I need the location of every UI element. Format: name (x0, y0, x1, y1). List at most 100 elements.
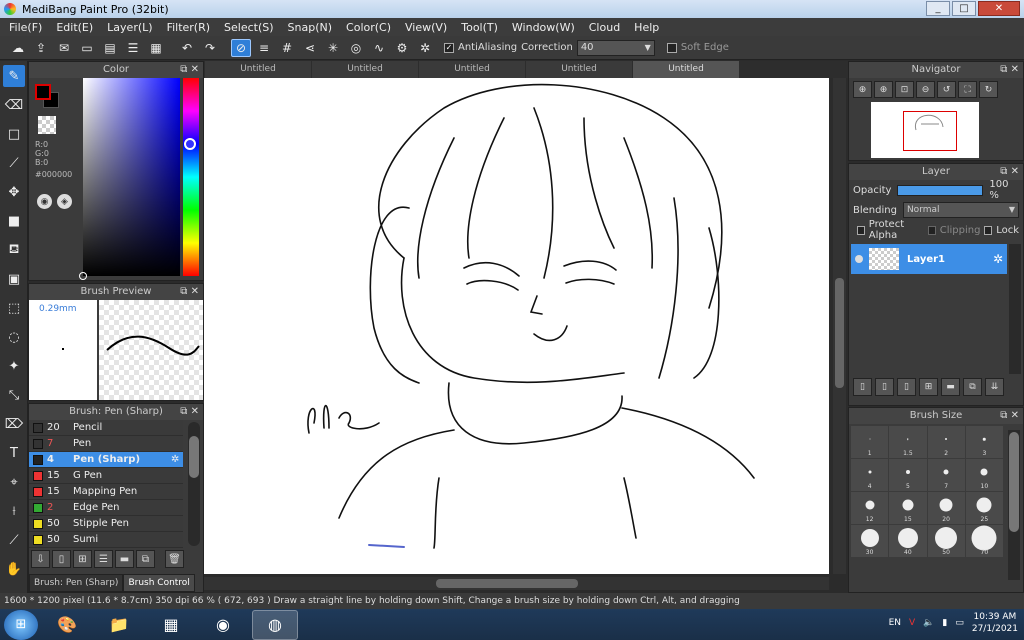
grid-layout-icon[interactable]: ▦ (146, 39, 166, 57)
brush-item-pencil[interactable]: 20 Pencil (29, 420, 183, 436)
zoom-in-icon[interactable]: ⊕ (853, 81, 872, 98)
gear-icon[interactable]: ✲ (993, 252, 1003, 266)
clipping-checkbox[interactable] (927, 225, 936, 235)
scroll-thumb[interactable] (1009, 432, 1019, 532)
visibility-eye-icon[interactable] (855, 255, 863, 263)
clock[interactable]: 10:39 AM 27/1/2021 (972, 611, 1018, 635)
folder-icon[interactable]: ▬ (115, 550, 134, 568)
gradient-tool-icon[interactable]: ▣ (3, 268, 25, 290)
cloud-brush-icon[interactable]: ⇩ (31, 550, 50, 568)
rotate-left-icon[interactable]: ↺ (937, 81, 956, 98)
antialiasing-checkbox[interactable]: ✓ (444, 42, 454, 53)
brush-item-stipple-pen[interactable]: 50 Stipple Pen (29, 516, 183, 532)
menu-snap[interactable]: Snap(N) (281, 21, 340, 34)
snap-grid-icon[interactable]: # (277, 39, 297, 57)
panel-close-icon[interactable]: ⧉ ✕ (180, 62, 199, 78)
brush-size-cell[interactable]: 50 (927, 525, 965, 557)
brush-size-cell[interactable]: 12 (851, 492, 889, 524)
move-tool-icon[interactable]: ✥ (3, 181, 25, 203)
new-brush-icon[interactable]: ▯ (52, 550, 71, 568)
language-indicator[interactable]: EN (889, 618, 901, 628)
panel-close-icon[interactable]: ⧉ ✕ (180, 404, 199, 420)
hand-tool-icon[interactable]: ✋ (3, 558, 25, 580)
chrome-icon[interactable]: ◉ (200, 610, 246, 640)
new-layer-icon[interactable]: ▯ (853, 378, 872, 396)
magic-wand-tool-icon[interactable]: ✦ (3, 355, 25, 377)
brush-item-mapping-pen[interactable]: 15 Mapping Pen (29, 484, 183, 500)
select-rect-tool-icon[interactable]: ⬚ (3, 297, 25, 319)
panel-close-icon[interactable]: ⧉ ✕ (1000, 164, 1019, 180)
merge-layer-icon[interactable]: ⇊ (985, 378, 1004, 396)
doc-tab-2[interactable]: Untitled (312, 61, 418, 78)
select-pen-tool-icon[interactable]: ⤡ (3, 384, 25, 406)
eyedropper-tool-icon[interactable]: ⟊ (3, 500, 25, 522)
menu-file[interactable]: File(F) (2, 21, 49, 34)
close-button[interactable]: ✕ (978, 1, 1020, 16)
canvas-horizontal-scrollbar[interactable] (204, 577, 829, 590)
opacity-slider[interactable] (897, 184, 984, 196)
text-tool-icon[interactable]: T (3, 442, 25, 464)
speaker-icon[interactable]: 🔈 (923, 618, 934, 628)
brush-size-cell[interactable]: 1.5 (889, 426, 927, 458)
snap-vanish-icon[interactable]: ⋖ (300, 39, 320, 57)
eraser-tool-icon[interactable]: ⌫ (3, 94, 25, 116)
doc-tab-3[interactable]: Untitled (419, 61, 525, 78)
brush-item-pen-sharp[interactable]: 4 Pen (Sharp) ✲ (29, 452, 183, 468)
page-icon[interactable]: ▤ (100, 39, 120, 57)
doc-tab-1[interactable]: Untitled (205, 61, 311, 78)
snap-curve-icon[interactable]: ∿ (369, 39, 389, 57)
brush-item-sumi[interactable]: 50 Sumi (29, 532, 183, 548)
brush-size-cell[interactable]: 5 (889, 459, 927, 491)
sv-cursor[interactable] (79, 272, 87, 280)
scroll-thumb[interactable] (189, 436, 199, 478)
snap-settings-icon[interactable]: ⚙ (392, 39, 412, 57)
scroll-thumb[interactable] (835, 278, 844, 388)
zoom-in-2-icon[interactable]: ⊕ (874, 81, 893, 98)
share-icon[interactable]: ⇪ (31, 39, 51, 57)
fit-icon[interactable]: ⊡ (895, 81, 914, 98)
canvas-vertical-scrollbar[interactable] (833, 78, 846, 574)
fullscreen-icon[interactable]: ⛶ (958, 81, 977, 98)
antivirus-icon[interactable]: V (909, 618, 915, 628)
select-eraser-tool-icon[interactable]: ⌦ (3, 413, 25, 435)
brush-size-cell[interactable]: 30 (851, 525, 889, 557)
correction-select[interactable]: 40 ▼ (576, 39, 655, 56)
menu-tool[interactable]: Tool(T) (454, 21, 505, 34)
snap-circle-icon[interactable]: ◎ (346, 39, 366, 57)
blending-select[interactable]: Normal ▼ (902, 202, 1019, 218)
menu-help[interactable]: Help (627, 21, 666, 34)
menu-select[interactable]: Select(S) (217, 21, 281, 34)
brush-size-cell[interactable]: 70 (965, 525, 1003, 557)
brush-size-cell[interactable]: 7 (927, 459, 965, 491)
foreground-color-swatch[interactable] (35, 84, 51, 100)
battery-icon[interactable]: ▭ (955, 618, 964, 628)
snap-off-icon[interactable]: ⊘ (231, 38, 251, 57)
brush-size-cell[interactable]: 10 (965, 459, 1003, 491)
brush-size-scrollbar[interactable] (1008, 430, 1020, 580)
brush-item-edge-pen[interactable]: 2 Edge Pen (29, 500, 183, 516)
protect-alpha-checkbox[interactable] (857, 225, 865, 235)
brush-item-g-pen[interactable]: 15 G Pen (29, 468, 183, 484)
saturation-value-picker[interactable] (79, 78, 180, 280)
bucket-tool-icon[interactable]: ⛾ (3, 239, 25, 261)
menu-filter[interactable]: Filter(R) (160, 21, 217, 34)
undo-icon[interactable]: ↶ (177, 39, 197, 57)
operation-tool-icon[interactable]: ⌖ (3, 471, 25, 493)
tab-brush-control[interactable]: Brush Control (123, 574, 195, 592)
doc-tab-5[interactable]: Untitled (633, 61, 739, 78)
office-app-icon[interactable]: ▦ (148, 610, 194, 640)
brush-size-cell[interactable]: 4 (851, 459, 889, 491)
new-halftone-layer-icon[interactable]: ▯ (875, 378, 894, 396)
maximize-button[interactable]: □ (952, 1, 976, 16)
panel-close-icon[interactable]: ⧉ ✕ (180, 284, 199, 300)
cloud-icon[interactable]: ☁ (8, 39, 28, 57)
snap-gear-icon[interactable]: ✲ (415, 39, 435, 57)
brush-item-pen[interactable]: 7 Pen (29, 436, 183, 452)
frame-icon[interactable]: ▭ (77, 39, 97, 57)
brush-size-cell[interactable]: 20 (927, 492, 965, 524)
rotate-right-icon[interactable]: ↻ (979, 81, 998, 98)
navigator-viewport-frame[interactable] (903, 111, 957, 151)
folder-icon[interactable]: ▬ (941, 378, 960, 396)
brush-size-cell[interactable]: 15 (889, 492, 927, 524)
lasso-tool-icon[interactable]: ◌ (3, 326, 25, 348)
